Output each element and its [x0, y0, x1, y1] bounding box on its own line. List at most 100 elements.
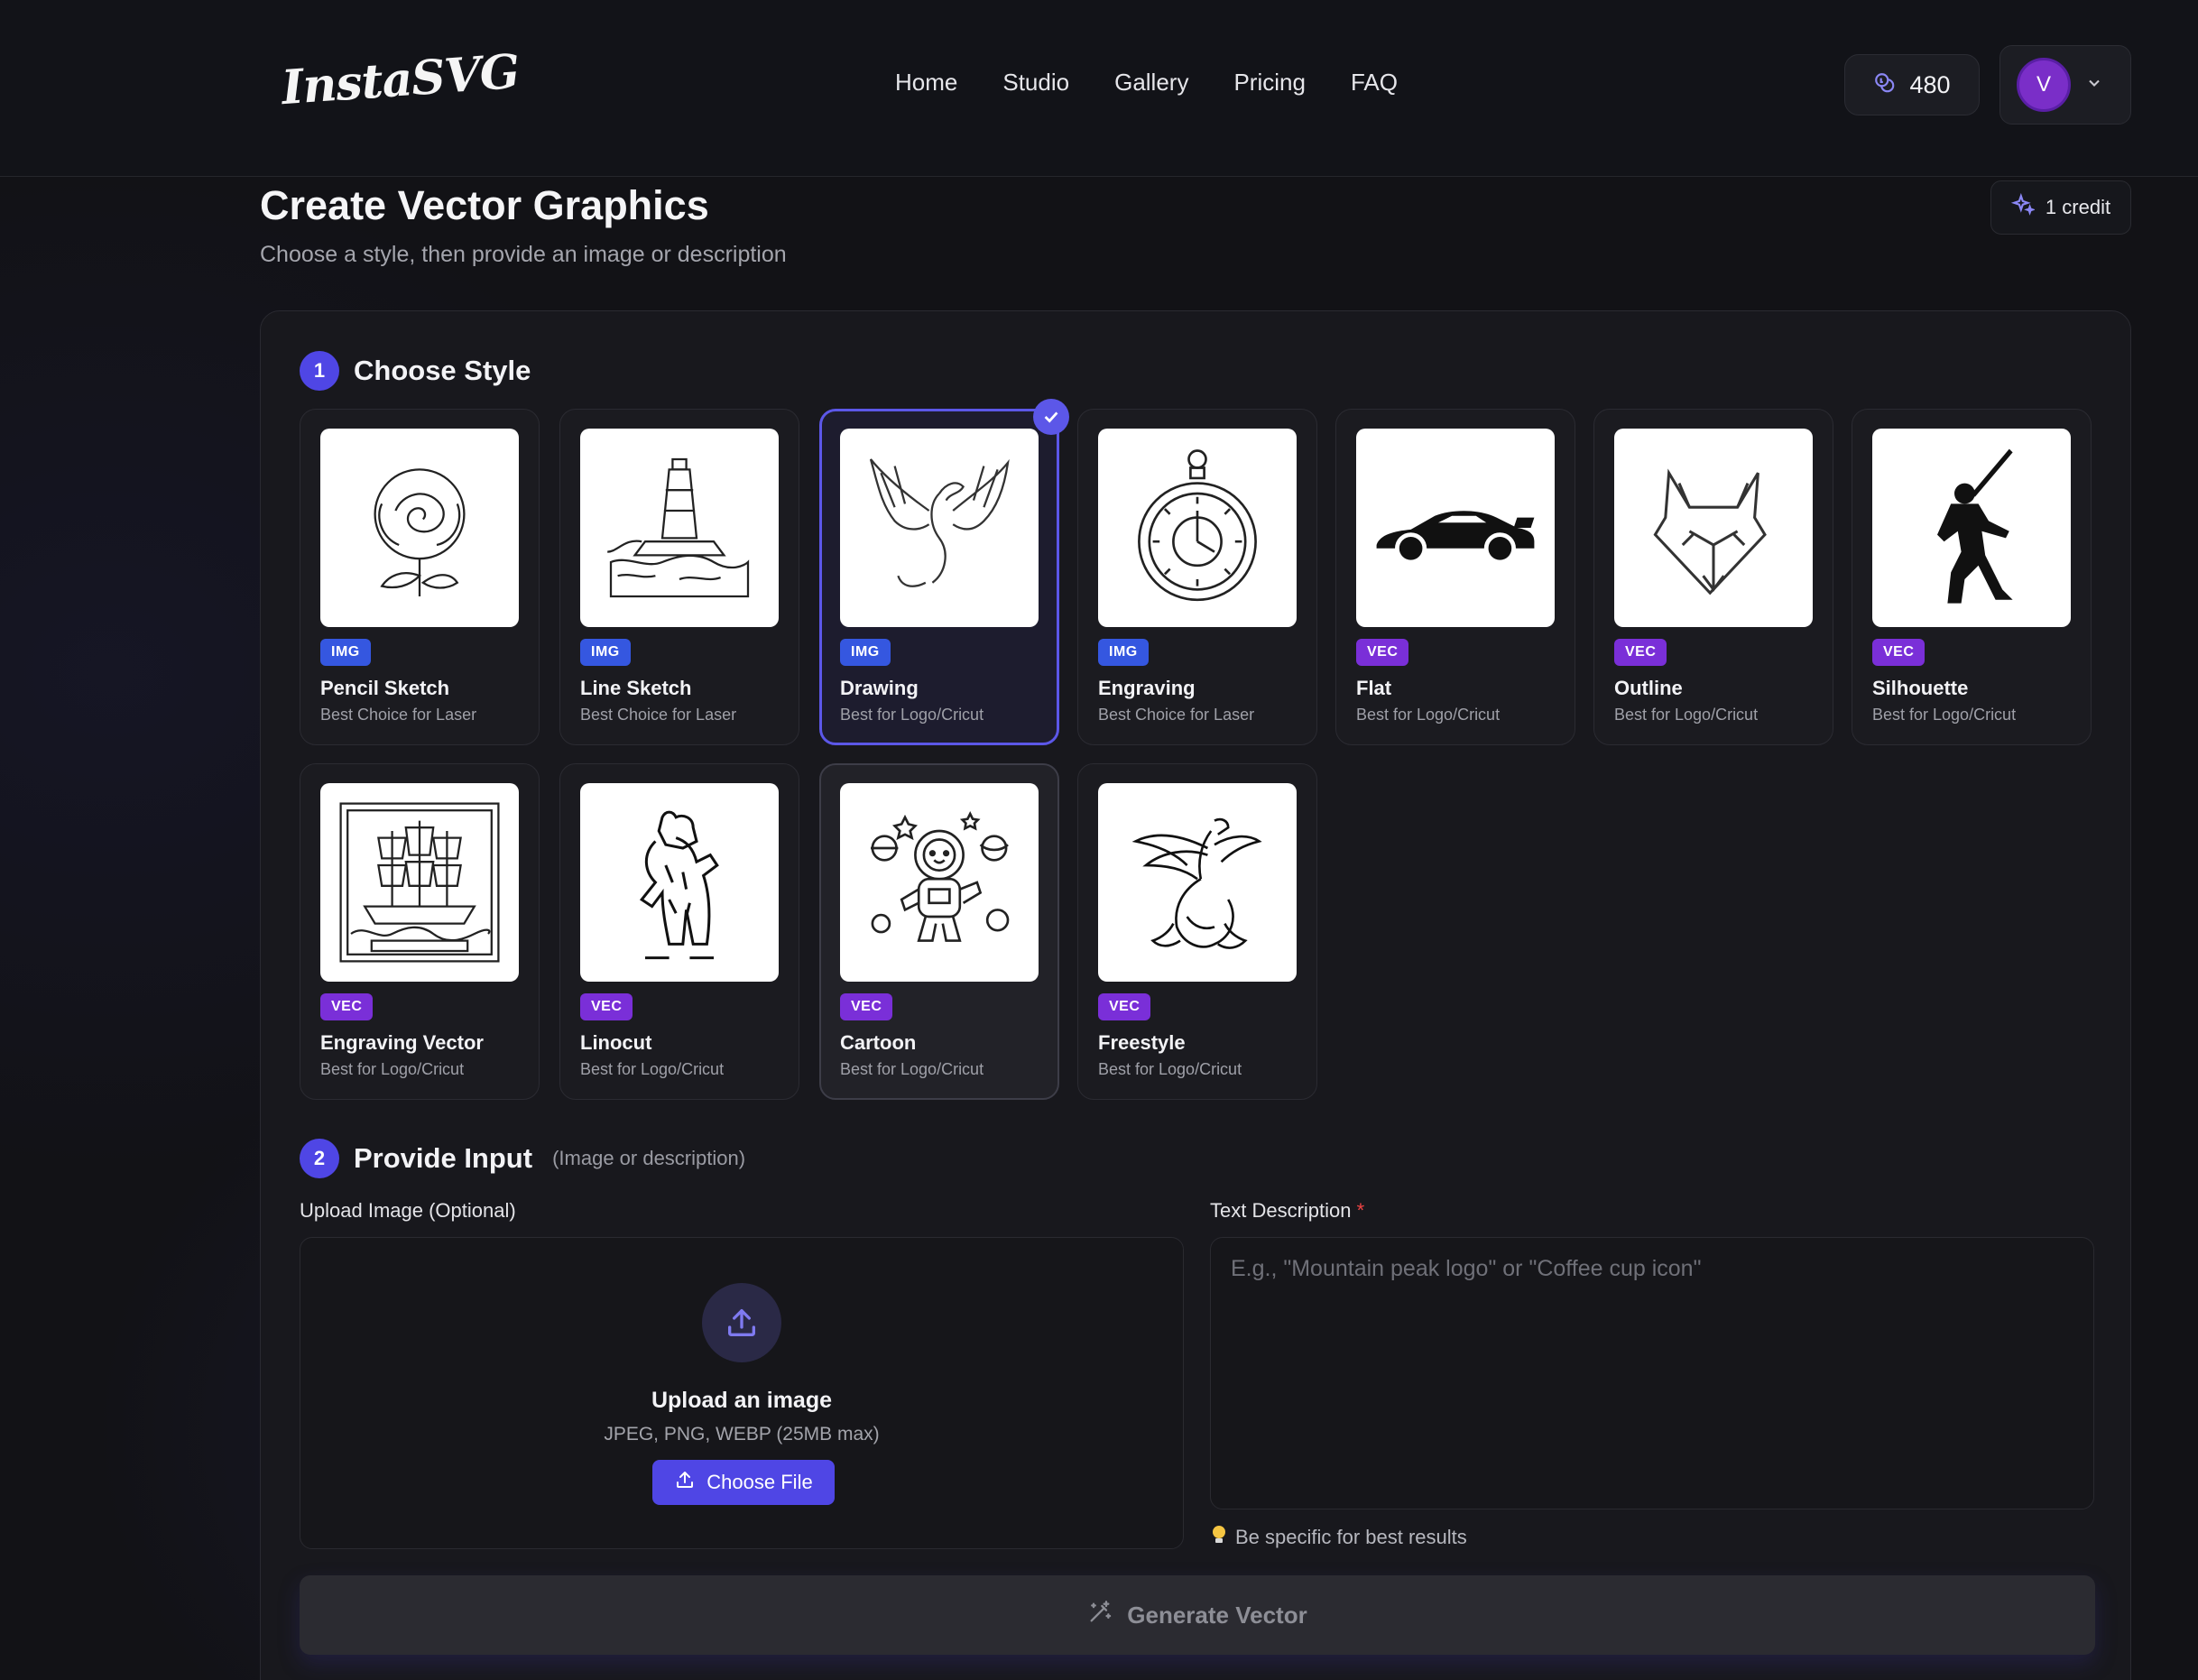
style-desc: Best for Logo/Cricut	[320, 1060, 465, 1078]
upload-small-icon	[674, 1469, 696, 1496]
selected-check-icon	[1033, 399, 1069, 435]
style-tag: VEC	[1356, 639, 1409, 666]
style-desc: Best for Logo/Cricut	[1872, 706, 2017, 724]
page-subtitle: Choose a style, then provide an image or…	[260, 242, 787, 267]
nav-faq[interactable]: FAQ	[1351, 69, 1398, 97]
phoenix-freestyle-icon	[1098, 783, 1297, 982]
brand-logo[interactable]: InstaSVG	[280, 44, 521, 115]
style-name: Engraving	[1098, 677, 1196, 699]
style-name: Flat	[1356, 677, 1392, 699]
step-1-header: 1 Choose Style	[300, 351, 531, 391]
style-tag: VEC	[1872, 639, 1926, 666]
style-name: Pencil Sketch	[320, 677, 450, 699]
style-card-linocut[interactable]: VEC Linocut Best for Logo/Cricut	[559, 763, 799, 1100]
style-desc: Best for Logo/Cricut	[580, 1060, 725, 1078]
style-tag: IMG	[1098, 639, 1149, 666]
style-card-flat[interactable]: VEC Flat Best for Logo/Cricut	[1335, 409, 1575, 745]
style-tag: IMG	[580, 639, 631, 666]
cost-badge: 1 credit	[1990, 180, 2131, 235]
style-card-outline[interactable]: VEC Outline Best for Logo/Cricut	[1593, 409, 1833, 745]
credits-balance[interactable]: 480	[1844, 54, 1980, 115]
upload-file-types: JPEG, PNG, WEBP (25MB max)	[604, 1424, 880, 1445]
sports-car-icon	[1356, 429, 1555, 627]
style-desc: Best Choice for Laser	[320, 706, 477, 724]
style-tag: VEC	[840, 993, 893, 1020]
style-tag: VEC	[1098, 993, 1151, 1020]
main-nav: Home Studio Gallery Pricing FAQ	[895, 69, 1398, 97]
chevron-down-icon	[2085, 74, 2103, 97]
style-name: Drawing	[840, 677, 919, 699]
style-tag: IMG	[840, 639, 891, 666]
sparkle-icon	[2010, 192, 2036, 222]
style-desc: Best for Logo/Cricut	[840, 1060, 984, 1078]
credits-count: 480	[1909, 70, 1951, 98]
style-card-silhouette[interactable]: VEC Silhouette Best for Logo/Cricut	[1852, 409, 2092, 745]
rose-sketch-icon	[320, 429, 519, 627]
style-tag: VEC	[320, 993, 374, 1020]
description-label: Text Description *	[1210, 1199, 1364, 1223]
upload-label: Upload Image (Optional)	[300, 1199, 516, 1222]
nav-home[interactable]: Home	[895, 69, 957, 97]
style-desc: Best for Logo/Cricut	[1614, 706, 1759, 724]
create-form-card: 1 Choose Style IMG Pencil Sketch Best Ch…	[260, 310, 2131, 1680]
description-label-text: Text Description	[1210, 1199, 1352, 1222]
style-card-cartoon[interactable]: VEC Cartoon Best for Logo/Cricut	[819, 763, 1059, 1100]
user-menu[interactable]: V	[1999, 45, 2131, 125]
description-tip: Be specific for best results	[1210, 1524, 1467, 1551]
lighthouse-sketch-icon	[580, 429, 779, 627]
style-name: Freestyle	[1098, 1031, 1186, 1054]
nav-studio[interactable]: Studio	[1002, 69, 1069, 97]
required-mark: *	[1356, 1199, 1365, 1222]
astronaut-cartoon-icon	[840, 783, 1039, 982]
generate-label: Generate Vector	[1127, 1601, 1307, 1629]
style-grid: IMG Pencil Sketch Best Choice for Laser …	[300, 399, 2095, 1108]
step-2-hint: (Image or description)	[552, 1147, 746, 1169]
avatar: V	[2017, 58, 2071, 112]
upload-dropzone[interactable]: Upload an image JPEG, PNG, WEBP (25MB ma…	[300, 1237, 1184, 1549]
lightbulb-icon	[1210, 1524, 1228, 1551]
page-title: Create Vector Graphics	[260, 182, 709, 228]
style-tag: VEC	[1614, 639, 1667, 666]
style-card-pencil-sketch[interactable]: IMG Pencil Sketch Best Choice for Laser	[300, 409, 540, 745]
choose-file-button[interactable]: Choose File	[652, 1460, 835, 1505]
style-desc: Best Choice for Laser	[1098, 706, 1255, 724]
dragon-drawing-icon	[840, 429, 1039, 627]
style-name: Silhouette	[1872, 677, 1969, 699]
style-desc: Best for Logo/Cricut	[1098, 1060, 1242, 1078]
pocket-watch-icon	[1098, 429, 1297, 627]
ship-engraving-icon	[320, 783, 519, 982]
style-name: Cartoon	[840, 1031, 917, 1054]
style-desc: Best Choice for Laser	[580, 706, 737, 724]
step-2-number: 2	[300, 1139, 339, 1178]
tip-text: Be specific for best results	[1235, 1526, 1467, 1548]
fox-outline-icon	[1614, 429, 1813, 627]
style-card-freestyle[interactable]: VEC Freestyle Best for Logo/Cricut	[1077, 763, 1317, 1100]
choose-file-label: Choose File	[706, 1471, 813, 1493]
style-tag: VEC	[580, 993, 633, 1020]
style-name: Linocut	[580, 1031, 652, 1054]
style-name: Outline	[1614, 677, 1683, 699]
nav-pricing[interactable]: Pricing	[1233, 69, 1305, 97]
samurai-silhouette-icon	[1872, 429, 2071, 627]
style-desc: Best for Logo/Cricut	[1356, 706, 1501, 724]
style-desc: Best for Logo/Cricut	[840, 706, 984, 724]
upload-icon	[702, 1283, 781, 1362]
style-card-engraving[interactable]: IMG Engraving Best Choice for Laser	[1077, 409, 1317, 745]
style-card-engraving-vector[interactable]: VEC Engraving Vector Best for Logo/Cricu…	[300, 763, 540, 1100]
nav-gallery[interactable]: Gallery	[1114, 69, 1188, 97]
style-name: Engraving Vector	[320, 1031, 484, 1054]
style-name: Line Sketch	[580, 677, 692, 699]
bear-linocut-icon	[580, 783, 779, 982]
generate-vector-button[interactable]: Generate Vector	[300, 1575, 2095, 1655]
style-card-drawing[interactable]: IMG Drawing Best for Logo/Cricut	[819, 399, 1069, 745]
style-tag: IMG	[320, 639, 371, 666]
top-header: InstaSVG Home Studio Gallery Pricing FAQ…	[0, 0, 2198, 177]
magic-wand-icon	[1087, 1600, 1113, 1631]
step-2-header: 2 Provide Input (Image or description)	[300, 1139, 745, 1178]
step-2-title: Provide Input	[354, 1142, 533, 1174]
description-textarea[interactable]	[1210, 1237, 2094, 1509]
upload-title: Upload an image	[651, 1388, 833, 1413]
coins-icon	[1873, 71, 1897, 99]
cost-label: 1 credit	[2045, 196, 2111, 218]
style-card-line-sketch[interactable]: IMG Line Sketch Best Choice for Laser	[559, 409, 799, 745]
